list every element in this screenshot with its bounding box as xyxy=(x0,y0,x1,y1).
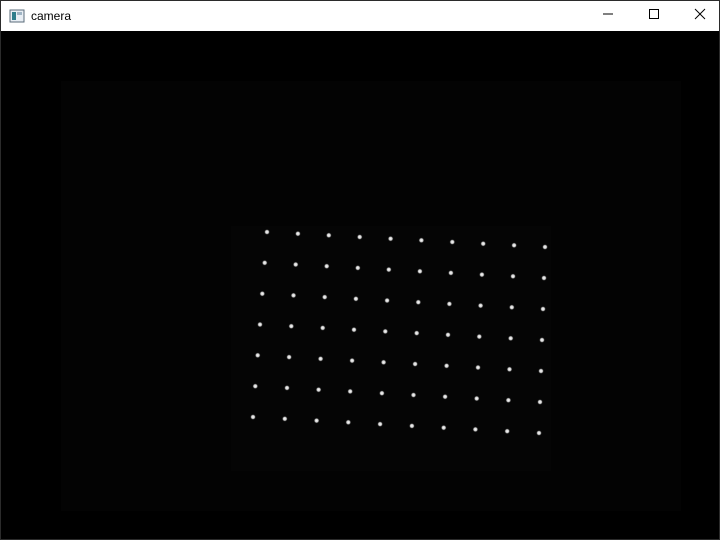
calibration-dot xyxy=(294,230,301,237)
minimize-button[interactable] xyxy=(585,1,631,31)
calibration-dot xyxy=(476,333,483,340)
calibration-dot xyxy=(511,242,518,249)
calibration-dot xyxy=(380,359,387,366)
calibration-dot xyxy=(351,326,357,333)
calibration-dot xyxy=(264,229,270,235)
calibration-dot xyxy=(250,414,256,420)
maximize-icon xyxy=(648,7,660,25)
calibration-dot xyxy=(352,295,359,302)
calibration-dot xyxy=(347,388,354,395)
calibration-dot xyxy=(323,263,330,270)
calibration-dot xyxy=(321,294,328,301)
calibration-dot xyxy=(440,424,447,431)
calibration-dot xyxy=(504,428,511,435)
calibration-dot xyxy=(539,337,545,343)
calibration-dot xyxy=(317,355,324,362)
calibration-dot xyxy=(313,417,320,424)
calibration-dot xyxy=(382,328,389,335)
close-icon xyxy=(694,7,706,25)
camera-feed xyxy=(1,31,719,539)
calibration-dot xyxy=(387,235,394,242)
calibration-dot xyxy=(507,335,514,342)
calibration-dot xyxy=(290,292,297,299)
calibration-dot xyxy=(252,383,259,390)
calibration-dot xyxy=(538,368,544,374)
calibration-dot xyxy=(413,330,420,337)
camera-image xyxy=(1,31,719,539)
calibration-dot xyxy=(292,261,299,268)
calibration-dot xyxy=(449,239,456,245)
calibration-dot xyxy=(412,361,419,367)
calibration-dot xyxy=(259,290,266,297)
calibration-dot xyxy=(377,421,384,428)
calibration-dot xyxy=(506,366,513,373)
calibration-dot xyxy=(354,264,361,271)
calibration-dot xyxy=(319,324,326,331)
calibration-dot xyxy=(445,331,451,338)
calibration-dot xyxy=(384,297,391,304)
calibration-dot xyxy=(416,268,423,275)
calibration-dot xyxy=(349,357,356,364)
calibration-dot xyxy=(356,234,363,240)
calibration-dot xyxy=(345,419,352,426)
calibration-dot xyxy=(541,275,547,281)
calibration-dot xyxy=(505,397,512,404)
calibration-dot xyxy=(446,300,453,307)
window-title: camera xyxy=(31,9,72,23)
calibration-dot xyxy=(537,399,543,405)
close-button[interactable] xyxy=(677,1,720,31)
calibration-dot xyxy=(378,390,385,397)
maximize-button[interactable] xyxy=(631,1,677,31)
title-bar[interactable]: camera xyxy=(1,1,719,31)
calibration-dot xyxy=(447,269,454,276)
calibration-dot xyxy=(508,304,515,311)
calibration-dot xyxy=(288,323,295,330)
calibration-dot xyxy=(510,273,516,280)
calibration-dot xyxy=(254,352,261,359)
calibration-dot xyxy=(281,415,288,422)
calibration-dot xyxy=(261,259,268,266)
calibration-dot xyxy=(475,364,481,371)
calibration-dot xyxy=(443,362,450,369)
calibration-dot xyxy=(284,384,290,391)
calibration-dot xyxy=(472,426,479,433)
calibration-dot xyxy=(415,299,422,306)
calibration-dot xyxy=(325,232,332,239)
calibration-dot xyxy=(478,271,485,278)
window-app-icon xyxy=(9,8,25,24)
calibration-dot xyxy=(540,306,546,312)
calibration-dot xyxy=(385,266,392,273)
camera-window: camera xyxy=(0,0,720,540)
calibration-dot xyxy=(257,321,263,328)
calibration-dot xyxy=(536,430,542,436)
calibration-dot xyxy=(410,392,417,398)
calibration-dot xyxy=(315,386,322,393)
calibration-dot xyxy=(408,422,415,429)
calibration-dot xyxy=(473,395,480,402)
calibration-dot xyxy=(418,237,425,244)
calibration-dot xyxy=(480,240,487,247)
calibration-dot xyxy=(477,302,484,309)
calibration-dot xyxy=(286,354,293,361)
calibration-dot xyxy=(442,393,449,400)
target-region xyxy=(231,226,551,471)
minimize-icon xyxy=(602,7,614,25)
calibration-dot xyxy=(542,244,548,250)
